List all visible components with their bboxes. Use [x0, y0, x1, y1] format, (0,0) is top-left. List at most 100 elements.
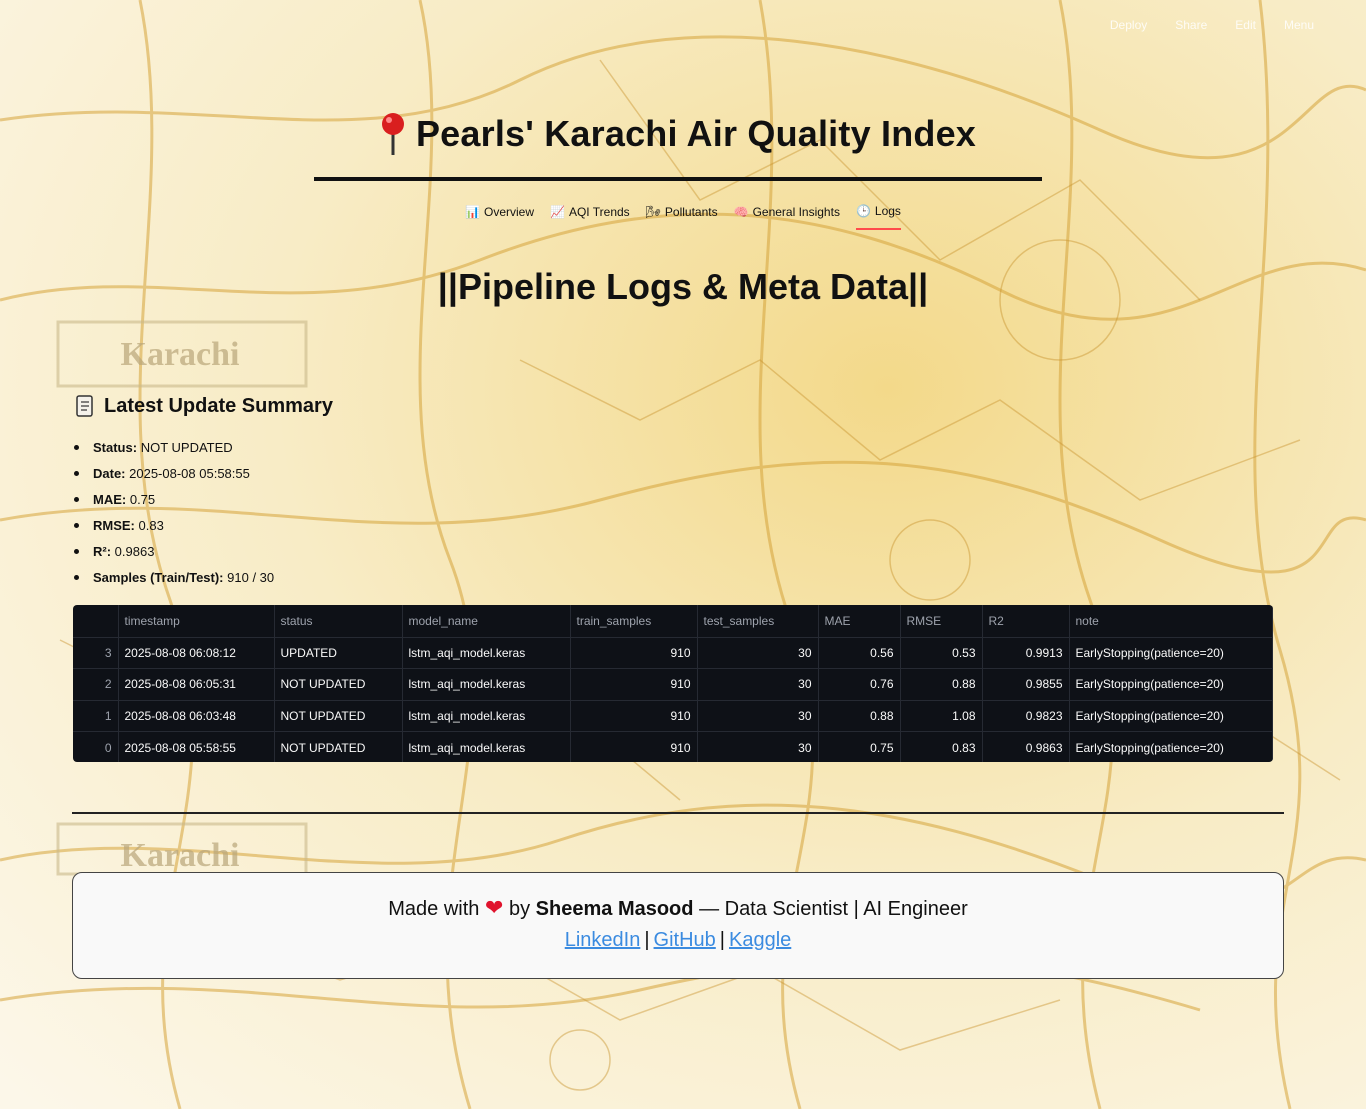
tab-bar: 📊 Overview 📈 AQI Trends 🌬 Pollutants 🧠 G… [0, 204, 1366, 230]
cell-mae[interactable]: 0.88 [818, 700, 901, 732]
cell-status[interactable]: NOT UPDATED [274, 668, 403, 701]
cell-model-name[interactable]: lstm_aqi_model.keras [402, 700, 571, 732]
deploy-button[interactable]: Deploy [1110, 18, 1147, 32]
summary-status: Status: NOT UPDATED [73, 438, 274, 464]
cell-mae[interactable]: 0.75 [818, 731, 901, 762]
tab-label: Pollutants [664, 205, 718, 219]
tab-pollutants[interactable]: 🌬 Pollutants [646, 204, 718, 230]
cell-index[interactable]: 2 [73, 668, 119, 701]
cell-mae[interactable]: 0.56 [818, 637, 901, 669]
tab-general-insights[interactable]: 🧠 General Insights [734, 204, 840, 230]
cell-note[interactable]: EarlyStopping(patience=20) [1069, 731, 1273, 762]
cell-test-samples[interactable]: 30 [697, 668, 819, 701]
footer-by: by [508, 898, 531, 920]
cell-test-samples[interactable]: 30 [697, 637, 819, 669]
cell-status[interactable]: NOT UPDATED [274, 731, 403, 762]
cell-r2[interactable]: 0.9913 [982, 637, 1070, 669]
cell-test-samples[interactable]: 30 [697, 700, 819, 732]
share-button[interactable]: Share [1175, 18, 1207, 32]
footer-card: Made with ❤ by Sheema Masood — Data Scie… [72, 872, 1284, 979]
cell-train-samples[interactable]: 910 [570, 731, 698, 762]
table-row: 2 2025-08-08 06:05:31 NOT UPDATED lstm_a… [73, 668, 1273, 701]
cell-mae[interactable]: 0.76 [818, 668, 901, 701]
wind-icon: 🌬 [645, 205, 661, 219]
linkedin-link[interactable]: LinkedIn [565, 929, 641, 951]
app-top-menu: Deploy Share Edit Menu [1110, 18, 1314, 32]
tab-aqi-trends[interactable]: 📈 AQI Trends [550, 204, 630, 230]
column-header-mae[interactable]: MAE [818, 605, 901, 638]
cell-train-samples[interactable]: 910 [570, 637, 698, 669]
cell-note[interactable]: EarlyStopping(patience=20) [1069, 637, 1273, 669]
cell-index[interactable]: 0 [73, 731, 119, 762]
kaggle-link[interactable]: Kaggle [729, 929, 791, 951]
logs-dataframe[interactable]: timestamp status model_name train_sample… [73, 605, 1273, 762]
footer-links: LinkedIn | GitHub | Kaggle [73, 929, 1283, 952]
column-header-index[interactable] [73, 605, 119, 638]
cell-model-name[interactable]: lstm_aqi_model.keras [402, 731, 571, 762]
page-title-text: Pearls' Karachi Air Quality Index [415, 113, 977, 154]
column-header-test-samples[interactable]: test_samples [697, 605, 819, 638]
github-link[interactable]: GitHub [654, 929, 716, 951]
title-underline [314, 177, 1042, 181]
section-divider [72, 812, 1284, 814]
cell-timestamp[interactable]: 2025-08-08 06:08:12 [118, 637, 275, 669]
menu-button[interactable]: Menu [1284, 18, 1314, 32]
cell-train-samples[interactable]: 910 [570, 668, 698, 701]
section-title: ||Pipeline Logs & Meta Data|| [437, 266, 929, 307]
cell-r2[interactable]: 0.9823 [982, 700, 1070, 732]
column-header-model-name[interactable]: model_name [402, 605, 571, 638]
tab-overview[interactable]: 📊 Overview [465, 204, 534, 230]
cell-timestamp[interactable]: 2025-08-08 06:05:31 [118, 668, 275, 701]
cell-status[interactable]: UPDATED [274, 637, 403, 669]
cell-timestamp[interactable]: 2025-08-08 06:03:48 [118, 700, 275, 732]
cell-note[interactable]: EarlyStopping(patience=20) [1069, 700, 1273, 732]
table-row: 3 2025-08-08 06:08:12 UPDATED lstm_aqi_m… [73, 637, 1273, 669]
summary-r2: R²: 0.9863 [73, 542, 274, 568]
tab-label: Overview [484, 205, 535, 219]
column-header-status[interactable]: status [274, 605, 403, 638]
summary-heading: Latest Update Summary [74, 394, 333, 418]
tab-label: General Insights [752, 205, 840, 219]
cell-rmse[interactable]: 1.08 [900, 700, 983, 732]
cell-note[interactable]: EarlyStopping(patience=20) [1069, 668, 1273, 701]
cell-r2[interactable]: 0.9863 [982, 731, 1070, 762]
cell-rmse[interactable]: 0.83 [900, 731, 983, 762]
summary-samples: Samples (Train/Test): 910 / 30 [73, 568, 274, 594]
link-separator: | [719, 929, 725, 951]
summary-date: Date: 2025-08-08 05:58:55 [73, 464, 274, 490]
cell-model-name[interactable]: lstm_aqi_model.keras [402, 668, 571, 701]
tab-logs[interactable]: 🕒 Logs [855, 204, 901, 230]
summary-rmse: RMSE: 0.83 [73, 516, 274, 542]
table-header-row: timestamp status model_name train_sample… [73, 605, 1273, 638]
cell-test-samples[interactable]: 30 [697, 731, 819, 762]
table-row: 0 2025-08-08 05:58:55 NOT UPDATED lstm_a… [73, 731, 1273, 762]
clock-icon: 🕒 [855, 204, 871, 218]
cell-rmse[interactable]: 0.88 [900, 668, 983, 701]
cell-index[interactable]: 3 [73, 637, 119, 669]
edit-button[interactable]: Edit [1235, 18, 1256, 32]
column-header-rmse[interactable]: RMSE [900, 605, 983, 638]
column-header-timestamp[interactable]: timestamp [118, 605, 275, 638]
cell-rmse[interactable]: 0.53 [900, 637, 983, 669]
footer-credit: Made with ❤ by Sheema Masood — Data Scie… [73, 895, 1283, 921]
footer-author: Sheema Masood [535, 898, 694, 920]
heart-icon: ❤ [484, 895, 504, 920]
scroll-icon [76, 395, 93, 417]
summary-mae: MAE: 0.75 [73, 490, 274, 516]
cell-status[interactable]: NOT UPDATED [274, 700, 403, 732]
cell-index[interactable]: 1 [73, 700, 119, 732]
cell-train-samples[interactable]: 910 [570, 700, 698, 732]
column-header-r2[interactable]: R2 [982, 605, 1070, 638]
cell-r2[interactable]: 0.9855 [982, 668, 1070, 701]
brain-icon: 🧠 [733, 205, 749, 219]
cell-model-name[interactable]: lstm_aqi_model.keras [402, 637, 571, 669]
tab-label: AQI Trends [568, 205, 630, 219]
pushpin-icon [381, 113, 404, 155]
bar-chart-icon: 📊 [465, 205, 480, 219]
table-row: 1 2025-08-08 06:03:48 NOT UPDATED lstm_a… [73, 700, 1273, 732]
column-header-train-samples[interactable]: train_samples [570, 605, 698, 638]
footer-made-with: Made with [388, 898, 480, 920]
cell-timestamp[interactable]: 2025-08-08 05:58:55 [118, 731, 275, 762]
line-chart-icon: 📈 [550, 205, 565, 219]
column-header-note[interactable]: note [1069, 605, 1273, 638]
